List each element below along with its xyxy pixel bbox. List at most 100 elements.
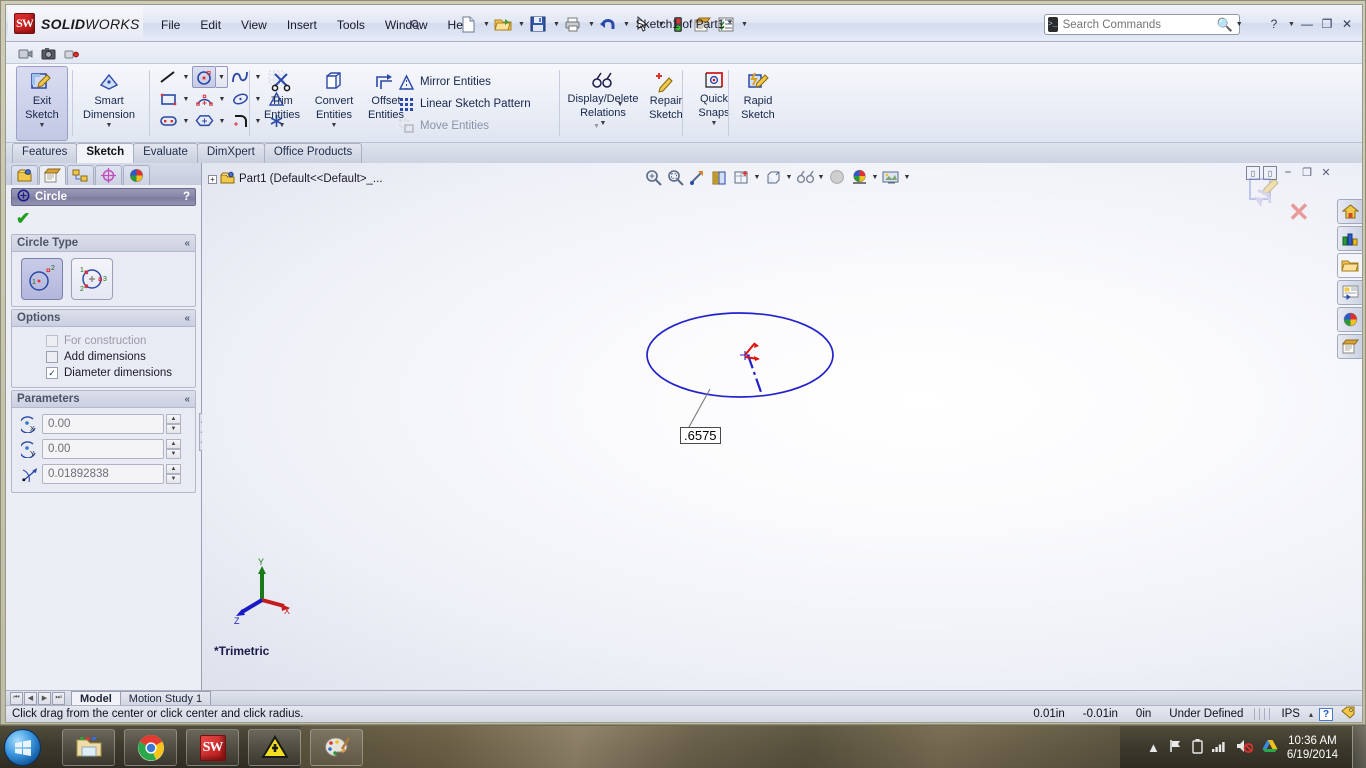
search-caret[interactable]: ▼ [1233, 21, 1244, 28]
prev-tab-nav[interactable]: ◀ [24, 691, 37, 705]
view-orientation-icon[interactable] [730, 166, 752, 188]
status-units-caret[interactable]: ▴ [1309, 710, 1319, 719]
print-caret[interactable]: ▼ [585, 21, 596, 28]
exit-sketch-confirm-icon[interactable] [1246, 175, 1290, 218]
menu-item-insert[interactable]: Insert [277, 15, 327, 35]
configuration-manager-tab[interactable] [67, 165, 94, 185]
smart-dimension-button[interactable]: Smart Dimension ▼ [78, 66, 140, 141]
parameters-header[interactable]: Parameters « [12, 391, 195, 408]
previous-view-icon[interactable] [686, 166, 708, 188]
next-tab-nav[interactable]: ▶ [38, 691, 51, 705]
perimeter-circle-option[interactable]: 1 2 3 [71, 258, 113, 300]
print-icon[interactable] [561, 12, 585, 36]
display-style-caret[interactable]: ▼ [784, 174, 794, 181]
zoom-to-fit-icon[interactable] [642, 166, 664, 188]
view-settings-icon[interactable] [880, 166, 902, 188]
menu-item-tools[interactable]: Tools [327, 15, 375, 35]
center-x-spinner[interactable]: ▲ ▼ [166, 414, 181, 434]
tab-dimxpert[interactable]: DimXpert [196, 143, 265, 163]
view-settings-caret[interactable]: ▼ [902, 174, 912, 181]
start-button[interactable] [4, 729, 41, 766]
add-dimensions-row[interactable]: Add dimensions [18, 349, 189, 365]
cancel-sketch-icon[interactable]: ✕ [1288, 197, 1310, 228]
diameter-dimensions-row[interactable]: ✓ Diameter dimensions [18, 365, 189, 381]
exit-sketch-dropdown[interactable]: ▼ [39, 122, 46, 129]
battery-icon[interactable] [1192, 738, 1203, 757]
first-tab-nav[interactable]: ⏮ [10, 691, 23, 705]
status-help-icon[interactable]: ? [1319, 707, 1333, 721]
open-document-icon[interactable] [491, 12, 515, 36]
display-manager-tab[interactable] [123, 165, 150, 185]
hide-show-items-caret[interactable]: ▼ [816, 174, 826, 181]
view-orientation-caret[interactable]: ▼ [752, 174, 762, 181]
polygon-tool-button[interactable] [192, 110, 216, 132]
convert-entities-button[interactable]: Convert Entities ▼ [308, 66, 360, 141]
section-view-icon[interactable] [708, 166, 730, 188]
status-units[interactable]: IPS [1272, 708, 1309, 720]
rebuild-traffic-light-icon[interactable] [666, 12, 690, 36]
taskbar-warning-app[interactable] [248, 729, 301, 766]
close-doc-icon[interactable]: ✕ [1318, 166, 1334, 180]
feature-tree-root[interactable]: + Part1 (Default<<Default>_... [208, 171, 383, 187]
save-icon[interactable] [526, 12, 550, 36]
radius-spinner[interactable]: ▲ ▼ [166, 464, 181, 484]
circle-tool-button[interactable] [192, 66, 216, 88]
radius-spin-down[interactable]: ▼ [166, 474, 181, 484]
display-style-icon[interactable] [762, 166, 784, 188]
for-construction-row[interactable]: For construction [18, 333, 189, 349]
select-caret[interactable]: ▼ [655, 21, 666, 28]
hide-show-items-icon[interactable] [794, 166, 816, 188]
file-explorer-tab[interactable] [1337, 253, 1362, 278]
property-manager-tab[interactable] [39, 165, 66, 185]
center-circle-option[interactable]: 1 2 [21, 258, 63, 300]
new-document-caret[interactable]: ▼ [480, 21, 491, 28]
record-video-icon[interactable] [60, 43, 82, 63]
tab-evaluate[interactable]: Evaluate [133, 143, 198, 163]
help-icon[interactable]: ? [1265, 15, 1283, 33]
menu-item-file[interactable]: File [151, 15, 190, 35]
show-hidden-icons[interactable]: ▲ [1147, 740, 1160, 755]
search-icon[interactable]: 🔍 [1217, 17, 1233, 33]
center-y-spin-down[interactable]: ▼ [166, 449, 181, 459]
arc-tool-button[interactable] [192, 88, 216, 110]
repair-sketch-button[interactable]: Repair Sketch [640, 66, 692, 141]
slot-tool-dropdown[interactable]: ▼ [180, 110, 192, 132]
appearances-scenes-tab[interactable] [1337, 307, 1362, 332]
diameter-dimension-label[interactable]: .6575 [680, 427, 721, 444]
taskbar-clock[interactable]: 10:36 AM 6/19/2014 [1287, 734, 1338, 762]
taskbar-paint[interactable] [310, 729, 363, 766]
show-desktop-button[interactable] [1352, 726, 1366, 768]
convert-entities-dropdown[interactable]: ▼ [331, 122, 338, 129]
taskbar-windows-explorer[interactable] [62, 729, 115, 766]
trim-entities-dropdown[interactable]: ▼ [279, 122, 286, 129]
line-tool-button[interactable] [156, 66, 180, 88]
radius-spin-up[interactable]: ▲ [166, 464, 181, 474]
property-manager-help-icon[interactable]: ? [183, 191, 190, 203]
trim-entities-button[interactable]: Trim Entities ▼ [256, 66, 308, 141]
last-tab-nav[interactable]: ⏭ [52, 691, 65, 705]
smart-dimension-dropdown[interactable]: ▼ [106, 122, 113, 129]
design-library-tab[interactable] [1337, 226, 1362, 251]
apply-scene-caret[interactable]: ▼ [870, 174, 880, 181]
customize-caret[interactable]: ▼ [738, 21, 749, 28]
circle-type-header[interactable]: Circle Type « [12, 235, 195, 252]
quick-snaps-dropdown[interactable]: ▼ [711, 120, 718, 127]
center-y-spinner[interactable]: ▲ ▼ [166, 439, 181, 459]
options-header[interactable]: Options « [12, 310, 195, 327]
customize-menu-icon[interactable] [714, 12, 738, 36]
options-icon[interactable] [690, 12, 714, 36]
ok-checkmark-icon[interactable]: ✔ [16, 209, 30, 229]
search-commands-box[interactable]: >_ 🔍 ▼ [1044, 14, 1243, 35]
tree-expand-icon[interactable]: + [208, 174, 217, 184]
close-button[interactable]: ✕ [1338, 15, 1356, 33]
view-palette-tab[interactable] [1337, 280, 1362, 305]
screen-capture-record-icon[interactable] [14, 43, 36, 63]
dimxpert-manager-tab[interactable] [95, 165, 122, 185]
menu-item-edit[interactable]: Edit [190, 15, 231, 35]
select-cursor-icon[interactable] [631, 12, 655, 36]
undo-icon[interactable] [596, 12, 620, 36]
feature-manager-tab[interactable] [11, 165, 38, 185]
exit-sketch-button[interactable]: Exit Sketch ▼ [16, 66, 68, 141]
diameter-dimensions-checkbox[interactable]: ✓ [46, 367, 58, 379]
zoom-to-area-icon[interactable] [664, 166, 686, 188]
